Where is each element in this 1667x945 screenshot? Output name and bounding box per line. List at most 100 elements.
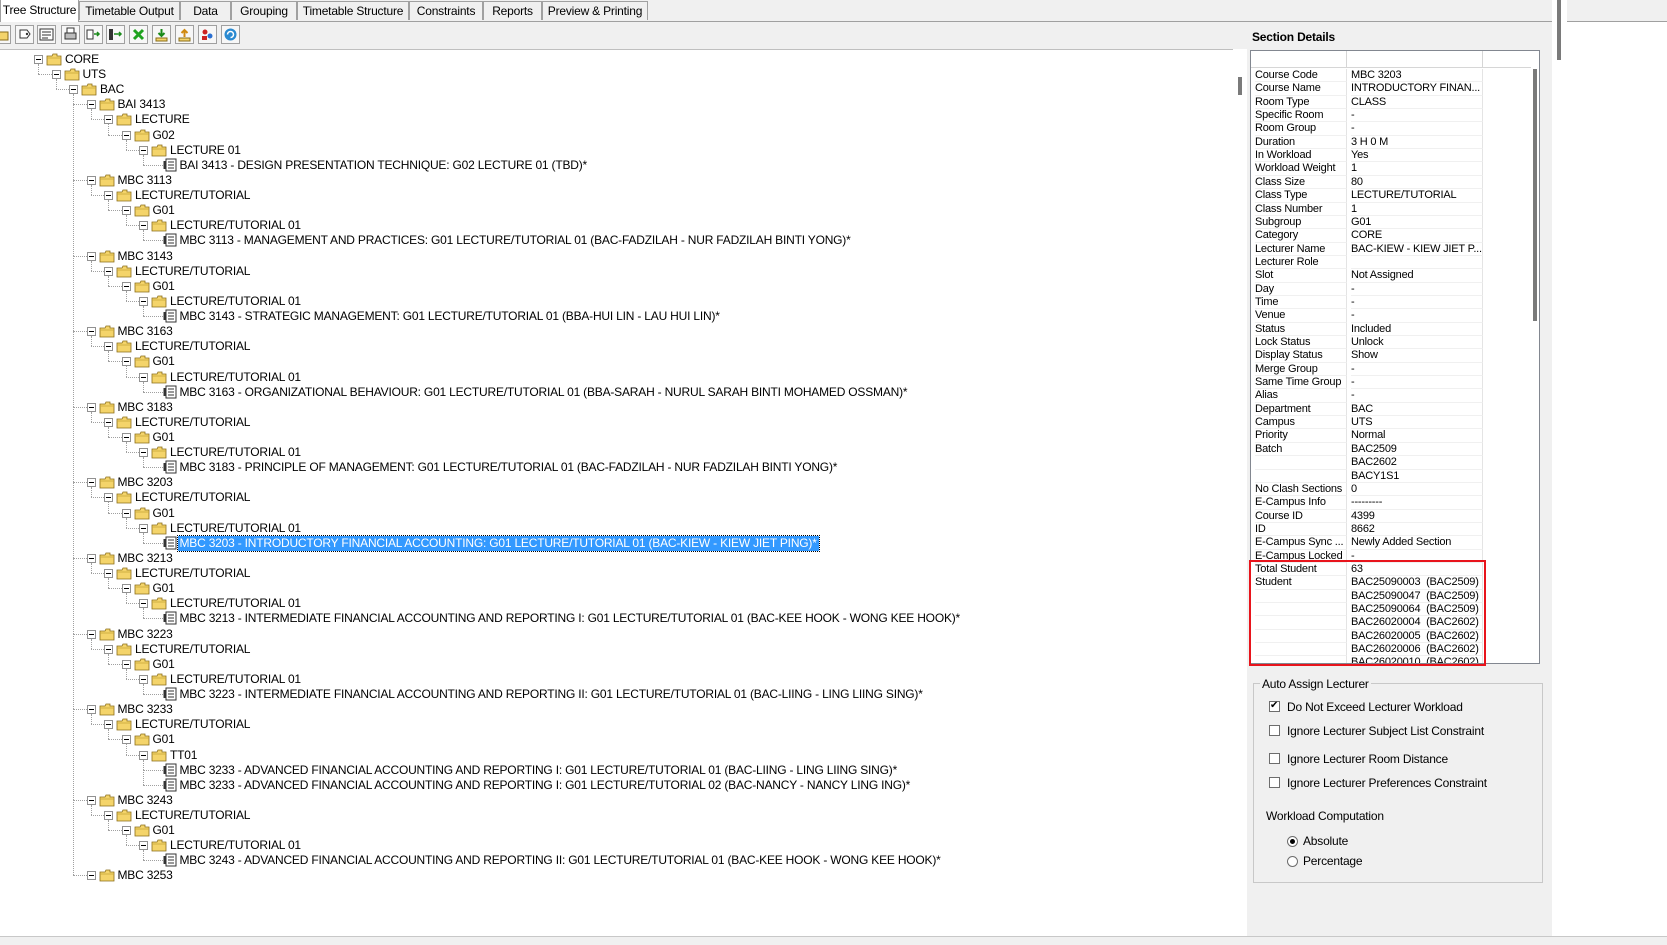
tree-section-label[interactable]: MBC 3233 - ADVANCED FINANCIAL ACCOUNTING… bbox=[180, 778, 911, 793]
tree-section-label[interactable]: MBC 3233 - ADVANCED FINANCIAL ACCOUNTING… bbox=[180, 763, 898, 778]
grid-row[interactable]: Room Type CLASS bbox=[1251, 95, 1536, 110]
grid-row[interactable]: E-Campus Sync ... Newly Added Section bbox=[1251, 536, 1536, 550]
tree-folder-label[interactable]: LECTURE/TUTORIAL 01 bbox=[170, 838, 301, 853]
tree-folder-label[interactable]: LECTURE 01 bbox=[170, 143, 241, 158]
tree-expander[interactable] bbox=[139, 750, 148, 760]
tree-expander[interactable] bbox=[139, 448, 148, 458]
tree-expander[interactable] bbox=[139, 221, 148, 231]
tree-expander[interactable] bbox=[139, 841, 148, 851]
grid-row[interactable]: Subgroup G01 bbox=[1251, 215, 1536, 230]
tree-expander[interactable] bbox=[121, 433, 131, 442]
tab-constraints[interactable]: Constraints bbox=[409, 1, 483, 20]
tree-expander[interactable] bbox=[69, 85, 78, 95]
tree-folder-label[interactable]: G01 bbox=[153, 657, 175, 672]
tree-expander[interactable] bbox=[86, 327, 96, 337]
form-icon[interactable] bbox=[37, 25, 56, 44]
tree-folder-label[interactable]: TT01 bbox=[170, 748, 197, 763]
tree-folder-label[interactable]: LECTURE/TUTORIAL bbox=[135, 642, 250, 657]
tab-reports[interactable]: Reports bbox=[483, 1, 542, 20]
tree-view[interactable]: CORE UTS BAC BAI 3413 LECTURE G02 LECTURE 01 BA… bbox=[0, 49, 1233, 937]
radio-percentage[interactable] bbox=[1287, 856, 1298, 867]
tree-folder-label[interactable]: LECTURE/TUTORIAL 01 bbox=[170, 445, 301, 460]
tree-expander[interactable] bbox=[86, 871, 96, 881]
grid-row[interactable]: No Clash Sections 0 bbox=[1251, 482, 1536, 497]
grid-row[interactable]: Room Group - bbox=[1251, 122, 1536, 136]
tree-folder-label[interactable]: G01 bbox=[153, 203, 175, 218]
tree-expander[interactable] bbox=[121, 659, 131, 669]
radio-absolute[interactable] bbox=[1287, 836, 1298, 847]
tree-folder-label[interactable]: LECTURE/TUTORIAL 01 bbox=[170, 596, 301, 611]
tree-expander[interactable] bbox=[139, 372, 148, 382]
tree-folder-label[interactable]: LECTURE/TUTORIAL bbox=[135, 490, 250, 505]
tree-folder-label[interactable]: MBC 3163 bbox=[118, 324, 173, 339]
tree-section-label[interactable]: BAI 3413 - DESIGN PRESENTATION TECHNIQUE… bbox=[180, 158, 588, 173]
tree-expander[interactable] bbox=[86, 629, 96, 639]
grid-row[interactable]: Day - bbox=[1251, 282, 1536, 296]
tab-grouping[interactable]: Grouping bbox=[231, 1, 297, 20]
tree-section-label[interactable]: MBC 3223 - INTERMEDIATE FINANCIAL ACCOUN… bbox=[180, 687, 923, 702]
tree-expander[interactable] bbox=[34, 55, 43, 64]
tree-expander[interactable] bbox=[86, 478, 96, 488]
tree-expander[interactable] bbox=[121, 826, 131, 836]
grid-row[interactable]: Priority Normal bbox=[1251, 429, 1536, 443]
tree-expander[interactable] bbox=[121, 281, 131, 291]
grid-row[interactable]: Merge Group - bbox=[1251, 362, 1536, 377]
tree-folder-label[interactable]: BAC bbox=[100, 82, 124, 97]
grid-row[interactable]: Specific Room - bbox=[1251, 109, 1536, 123]
grid-row[interactable]: Status Included bbox=[1251, 322, 1536, 337]
tree-folder-label[interactable]: LECTURE/TUTORIAL bbox=[135, 808, 250, 823]
tree-folder-label[interactable]: LECTURE/TUTORIAL 01 bbox=[170, 294, 301, 309]
refresh-icon[interactable] bbox=[221, 25, 240, 44]
tree-expander[interactable] bbox=[104, 342, 113, 352]
grid-row[interactable]: Batch BAC2509 bbox=[1251, 442, 1536, 457]
tree-expander[interactable] bbox=[139, 674, 148, 684]
tree-folder-label[interactable]: G01 bbox=[153, 279, 175, 294]
tree-expander[interactable] bbox=[104, 191, 113, 201]
tree-section-label[interactable]: MBC 3183 - PRINCIPLE OF MANAGEMENT: G01 … bbox=[180, 460, 838, 475]
tree-folder-label[interactable]: G01 bbox=[153, 430, 175, 445]
tree-folder-label[interactable]: MBC 3183 bbox=[118, 400, 173, 415]
tree-expander[interactable] bbox=[104, 720, 113, 730]
tree-folder-label[interactable]: LECTURE/TUTORIAL bbox=[135, 188, 250, 203]
grid-row[interactable]: Display Status Show bbox=[1251, 349, 1536, 363]
grid-row[interactable]: Alias - bbox=[1251, 389, 1536, 403]
tree-expander[interactable] bbox=[139, 296, 148, 306]
tree-expander[interactable] bbox=[86, 795, 96, 805]
grid-row[interactable]: BAC2602 bbox=[1251, 456, 1536, 470]
tab-timetable-output[interactable]: Timetable Output bbox=[79, 1, 180, 20]
tree-folder-label[interactable]: G01 bbox=[153, 823, 175, 838]
tree-section-label[interactable]: MBC 3163 - ORGANIZATIONAL BEHAVIOUR: G01… bbox=[180, 385, 908, 400]
tree-expander[interactable] bbox=[104, 417, 113, 427]
tree-section-label[interactable]: MBC 3143 - STRATEGIC MANAGEMENT: G01 LEC… bbox=[180, 309, 720, 324]
tree-expander[interactable] bbox=[104, 569, 113, 579]
tree-section-label[interactable]: MBC 3213 - INTERMEDIATE FINANCIAL ACCOUN… bbox=[180, 611, 961, 626]
tree-folder-label[interactable]: BAI 3413 bbox=[118, 97, 166, 112]
tree-folder-label[interactable]: G01 bbox=[153, 506, 175, 521]
tab-preview-printing[interactable]: Preview & Printing bbox=[542, 1, 648, 20]
grid-row[interactable]: Campus UTS bbox=[1251, 416, 1536, 430]
tab-data[interactable]: Data bbox=[180, 1, 231, 20]
tree-expander[interactable] bbox=[121, 357, 131, 367]
grid-row[interactable]: Workload Weight 1 bbox=[1251, 162, 1536, 176]
tree-section-label[interactable]: MBC 3113 - MANAGEMENT AND PRACTICES: G01… bbox=[180, 233, 851, 248]
tree-scrollbar[interactable] bbox=[1233, 49, 1247, 936]
tree-expander[interactable] bbox=[139, 599, 148, 609]
tree-section-label[interactable]: MBC 3243 - ADVANCED FINANCIAL ACCOUNTING… bbox=[180, 853, 941, 868]
grid-row[interactable]: E-Campus Info --------- bbox=[1251, 496, 1536, 510]
tree-expander[interactable] bbox=[121, 130, 131, 140]
tree-expander[interactable] bbox=[86, 175, 96, 185]
grid-row[interactable]: Course Code MBC 3203 bbox=[1251, 69, 1536, 83]
grid-row[interactable]: Lecturer Role bbox=[1251, 255, 1536, 270]
grid-row[interactable]: Time - bbox=[1251, 295, 1536, 310]
download-icon[interactable] bbox=[152, 25, 171, 44]
tree-folder-label[interactable]: G01 bbox=[153, 581, 175, 596]
tree-expander[interactable] bbox=[139, 523, 148, 533]
tree-expander[interactable] bbox=[104, 811, 113, 820]
tree-expander[interactable] bbox=[121, 206, 131, 216]
tree-folder-label[interactable]: CORE bbox=[65, 52, 99, 67]
tree-expander[interactable] bbox=[86, 402, 96, 412]
tree-expander[interactable] bbox=[86, 553, 96, 563]
tree-folder-label[interactable]: LECTURE bbox=[135, 112, 190, 127]
tree-folder-label[interactable]: LECTURE/TUTORIAL bbox=[135, 339, 250, 354]
tab-tree-structure[interactable]: Tree Structure bbox=[0, 0, 79, 22]
